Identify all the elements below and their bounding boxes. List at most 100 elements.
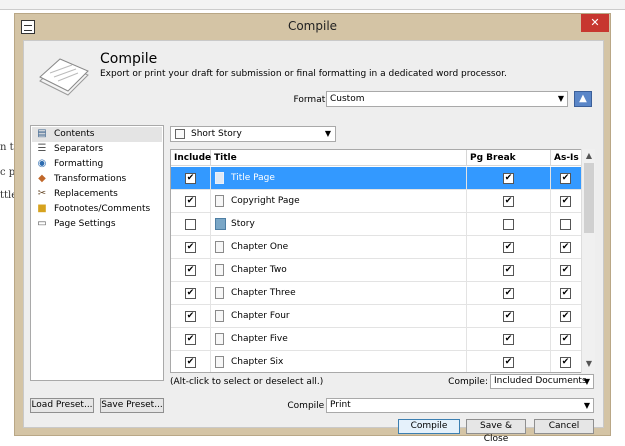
document-icon bbox=[215, 333, 224, 345]
document-icon bbox=[215, 195, 224, 207]
pg-break-checkbox[interactable]: ✔ bbox=[503, 265, 514, 276]
table-scrollbar[interactable]: ▲ ▼ bbox=[581, 149, 595, 373]
nav-item-contents[interactable]: ▤ Contents bbox=[32, 127, 162, 142]
row-title: Chapter Two bbox=[231, 265, 287, 275]
pg-break-cell: ✔ bbox=[467, 305, 551, 328]
title-cell: Chapter Five bbox=[211, 328, 467, 351]
table-row[interactable]: Story bbox=[171, 213, 582, 236]
as-is-checkbox[interactable]: ✔ bbox=[560, 288, 571, 299]
nav-item-formatting[interactable]: ◉ Formatting bbox=[32, 157, 162, 172]
include-checkbox[interactable]: ✔ bbox=[185, 334, 196, 345]
nav-item-page-settings[interactable]: ▭ Page Settings bbox=[32, 217, 162, 232]
include-checkbox[interactable]: ✔ bbox=[185, 173, 196, 184]
as-is-checkbox[interactable]: ✔ bbox=[560, 242, 571, 253]
cancel-button[interactable]: Cancel bbox=[534, 419, 594, 434]
window-title: Compile bbox=[287, 19, 338, 33]
pg-break-checkbox[interactable] bbox=[503, 219, 514, 230]
column-header-include[interactable]: Include bbox=[171, 150, 211, 166]
include-checkbox[interactable]: ✔ bbox=[185, 265, 196, 276]
format-as-select[interactable]: Custom ▼ bbox=[326, 91, 568, 107]
include-cell: ✔ bbox=[171, 190, 211, 213]
title-bar[interactable]: Compile ✕ bbox=[15, 14, 610, 40]
chevron-down-icon: ▼ bbox=[583, 377, 590, 386]
as-is-checkbox[interactable]: ✔ bbox=[560, 265, 571, 276]
background-text-line: c p bbox=[0, 167, 16, 178]
as-is-checkbox[interactable]: ✔ bbox=[560, 173, 571, 184]
contents-table: Include Title Pg Break Before As-Is ✔ Tit… bbox=[170, 149, 595, 373]
compile-button[interactable]: Compile bbox=[398, 419, 460, 434]
close-button[interactable]: ✕ bbox=[581, 14, 609, 32]
compile-scope-select[interactable]: Included Documents ▼ bbox=[490, 374, 594, 389]
chevron-down-icon: ▼ bbox=[324, 129, 331, 138]
scrollbar-thumb[interactable] bbox=[584, 163, 594, 233]
table-row[interactable]: ✔ Chapter Five ✔ ✔ bbox=[171, 328, 582, 351]
document-icon bbox=[215, 310, 224, 322]
row-title: Copyright Page bbox=[231, 196, 300, 206]
as-is-checkbox[interactable]: ✔ bbox=[560, 196, 571, 207]
column-header-as-is[interactable]: As-Is bbox=[551, 150, 582, 166]
as-is-cell: ✔ bbox=[551, 351, 582, 372]
nav-item-label: Replacements bbox=[54, 189, 118, 199]
as-is-checkbox[interactable] bbox=[560, 219, 571, 230]
pg-break-checkbox[interactable]: ✔ bbox=[503, 357, 514, 368]
contents-icon: ▤ bbox=[37, 128, 47, 139]
pg-break-checkbox[interactable]: ✔ bbox=[503, 334, 514, 345]
as-is-checkbox[interactable]: ✔ bbox=[560, 357, 571, 368]
title-cell: Chapter Three bbox=[211, 282, 467, 305]
as-is-cell: ✔ bbox=[551, 167, 582, 190]
column-header-pg-break[interactable]: Pg Break Before bbox=[467, 150, 551, 179]
collapse-options-button[interactable]: ▲ bbox=[574, 91, 592, 107]
dialog-body: Compile Export or print your draft for s… bbox=[23, 40, 604, 444]
pg-break-checkbox[interactable]: ✔ bbox=[503, 288, 514, 299]
table-row[interactable]: ✔ Copyright Page ✔ ✔ bbox=[171, 190, 582, 213]
scroll-down-icon[interactable]: ▼ bbox=[584, 359, 594, 368]
table-row[interactable]: ✔ Chapter Three ✔ ✔ bbox=[171, 282, 582, 305]
nav-item-transformations[interactable]: ◆ Transformations bbox=[32, 172, 162, 187]
story-type-select[interactable]: Short Story ▼ bbox=[170, 126, 336, 142]
include-checkbox[interactable]: ✔ bbox=[185, 357, 196, 368]
include-cell: ✔ bbox=[171, 167, 211, 190]
as-is-cell bbox=[551, 213, 582, 236]
row-title: Chapter Six bbox=[231, 357, 284, 367]
nav-item-footnotes[interactable]: ■ Footnotes/Comments bbox=[32, 202, 162, 217]
folder-icon bbox=[215, 218, 226, 230]
dialog-heading: Compile bbox=[100, 51, 158, 67]
table-row[interactable]: ✔ Chapter Four ✔ ✔ bbox=[171, 305, 582, 328]
row-title: Title Page bbox=[231, 173, 275, 183]
include-cell: ✔ bbox=[171, 328, 211, 351]
nav-item-replacements[interactable]: ✂ Replacements bbox=[32, 187, 162, 202]
nav-item-label: Page Settings bbox=[54, 219, 116, 229]
pg-break-checkbox[interactable]: ✔ bbox=[503, 242, 514, 253]
as-is-checkbox[interactable]: ✔ bbox=[560, 334, 571, 345]
pg-break-cell bbox=[467, 213, 551, 236]
load-preset-button[interactable]: Load Preset... bbox=[30, 398, 94, 413]
pg-break-checkbox[interactable]: ✔ bbox=[503, 196, 514, 207]
include-checkbox[interactable]: ✔ bbox=[185, 311, 196, 322]
document-icon bbox=[215, 241, 224, 253]
pg-break-cell: ✔ bbox=[467, 236, 551, 259]
table-row[interactable]: ✔ Chapter Two ✔ ✔ bbox=[171, 259, 582, 282]
pg-break-checkbox[interactable]: ✔ bbox=[503, 173, 514, 184]
compile-for-value: Print bbox=[330, 400, 351, 410]
nav-item-label: Footnotes/Comments bbox=[54, 204, 151, 214]
document-icon bbox=[215, 287, 224, 299]
nav-item-separators[interactable]: ☰ Separators bbox=[32, 142, 162, 157]
include-cell: ✔ bbox=[171, 236, 211, 259]
pg-break-checkbox[interactable]: ✔ bbox=[503, 311, 514, 322]
column-header-title[interactable]: Title bbox=[211, 150, 467, 166]
formatting-icon: ◉ bbox=[37, 158, 47, 169]
save-preset-button[interactable]: Save Preset... bbox=[100, 398, 164, 413]
scroll-up-icon[interactable]: ▲ bbox=[584, 151, 594, 160]
include-checkbox[interactable]: ✔ bbox=[185, 196, 196, 207]
include-checkbox[interactable]: ✔ bbox=[185, 288, 196, 299]
as-is-cell: ✔ bbox=[551, 282, 582, 305]
compile-for-select[interactable]: Print ▼ bbox=[326, 398, 594, 413]
table-row[interactable]: ✔ Title Page ✔ ✔ bbox=[171, 167, 582, 190]
include-checkbox[interactable] bbox=[185, 219, 196, 230]
table-row[interactable]: ✔ Chapter One ✔ ✔ bbox=[171, 236, 582, 259]
as-is-checkbox[interactable]: ✔ bbox=[560, 311, 571, 322]
include-checkbox[interactable]: ✔ bbox=[185, 242, 196, 253]
title-cell: Chapter Four bbox=[211, 305, 467, 328]
table-row[interactable]: ✔ Chapter Six ✔ ✔ bbox=[171, 351, 582, 372]
save-close-button[interactable]: Save & Close bbox=[466, 419, 526, 444]
